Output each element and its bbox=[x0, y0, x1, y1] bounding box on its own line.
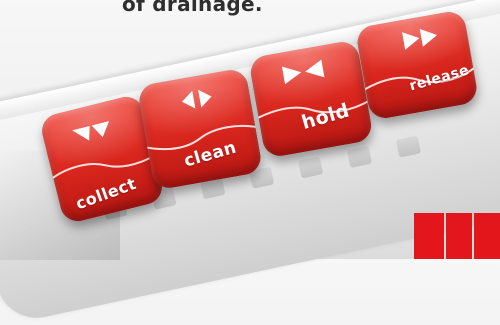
fast-forward-icon bbox=[402, 28, 438, 50]
double-chevron-down-icon bbox=[72, 121, 110, 141]
caption-text: of drainage. bbox=[122, 0, 263, 16]
brand-logo bbox=[414, 213, 500, 259]
indicator-dot bbox=[395, 135, 422, 158]
clean-button[interactable]: clean bbox=[136, 67, 264, 191]
release-button[interactable]: release bbox=[354, 9, 480, 121]
brand-square bbox=[414, 213, 444, 259]
bowtie-icon bbox=[281, 59, 325, 85]
indicator-dot bbox=[346, 145, 373, 169]
indicator-dot bbox=[297, 156, 324, 179]
hold-button[interactable]: hold bbox=[247, 39, 375, 159]
brand-square bbox=[446, 213, 472, 259]
left-right-arrows-icon bbox=[181, 89, 212, 109]
brand-square bbox=[474, 213, 500, 259]
